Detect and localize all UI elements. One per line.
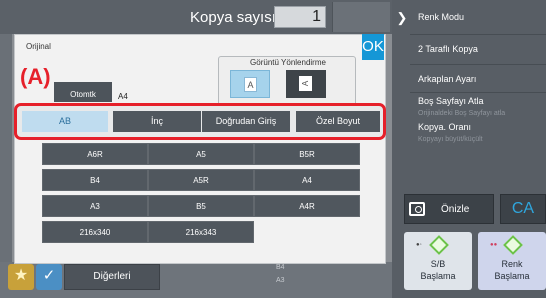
bw-start-label-1: S/B bbox=[430, 259, 446, 269]
orientation-title: Görüntü Yönlendirme bbox=[250, 58, 326, 67]
divider bbox=[410, 34, 546, 35]
size-button-a4[interactable]: A4 bbox=[254, 169, 360, 191]
copy-screen: Kopya sayısı 1 ❯ Renk Modu 2 Taraflı Kop… bbox=[0, 0, 546, 298]
divider bbox=[410, 64, 546, 65]
orientation-upright-button[interactable]: A bbox=[230, 70, 270, 98]
preview-icon bbox=[409, 202, 425, 216]
faint-size-a3: A3 bbox=[276, 277, 285, 284]
size-button-a5r[interactable]: A5R bbox=[148, 169, 254, 191]
clear-all-button[interactable]: CA bbox=[500, 194, 546, 224]
size-button-a6r[interactable]: A6R bbox=[42, 143, 148, 165]
rp-item-copy-ratio[interactable]: Kopya. Oranı bbox=[418, 122, 471, 132]
chevron-right-icon[interactable]: ❯ bbox=[392, 10, 412, 26]
callout-label: (A) bbox=[20, 64, 51, 89]
tab-inch[interactable]: İnç bbox=[113, 111, 201, 132]
check-icon[interactable]: ✓ bbox=[36, 264, 62, 290]
portrait-page-icon: A bbox=[244, 77, 257, 92]
size-button-216x343[interactable]: 216x343 bbox=[148, 221, 254, 243]
rp-item-color-mode[interactable]: Renk Modu bbox=[418, 12, 464, 22]
color-start-button[interactable]: ●● Renk Başlama bbox=[478, 232, 546, 290]
rp-sub-copy-ratio: Kopyayı büyüt/küçült bbox=[418, 136, 483, 143]
rp-item-skip-blank[interactable]: Boş Sayfayı Atla bbox=[418, 96, 484, 106]
tab-direct-entry[interactable]: Doğrudan Giriş bbox=[202, 111, 290, 132]
bw-start-label-2: Başlama bbox=[420, 271, 456, 281]
start-diamond-icon bbox=[429, 235, 449, 255]
bw-start-button[interactable]: ●◦ S/B Başlama bbox=[404, 232, 472, 290]
dialog-title: Orijinal bbox=[26, 42, 51, 51]
rp-item-background[interactable]: Arkaplan Ayarı bbox=[418, 74, 476, 84]
size-button-b4[interactable]: B4 bbox=[42, 169, 148, 191]
tab-custom-size[interactable]: Özel Boyut bbox=[296, 111, 380, 132]
color-start-label-1: Renk bbox=[501, 259, 523, 269]
preview-button[interactable]: Önizle bbox=[404, 194, 494, 224]
color-start-label-2: Başlama bbox=[494, 271, 530, 281]
size-button-b5[interactable]: B5 bbox=[148, 195, 254, 217]
preview-label: Önizle bbox=[441, 204, 470, 215]
size-button-a4r[interactable]: A4R bbox=[254, 195, 360, 217]
size-button-a5[interactable]: A5 bbox=[148, 143, 254, 165]
others-button[interactable]: Diğerleri bbox=[64, 264, 160, 290]
tray-button[interactable] bbox=[332, 2, 390, 32]
left-edge-panel bbox=[0, 34, 12, 298]
auto-size-value: A4 bbox=[118, 92, 128, 101]
bw-dots-icon: ●◦ bbox=[416, 242, 422, 248]
faint-size-b4: B4 bbox=[276, 264, 285, 271]
star-icon[interactable]: ★ bbox=[8, 264, 34, 290]
auto-size-button[interactable]: Otomtk bbox=[54, 82, 112, 102]
orientation-rotated-button[interactable]: A bbox=[286, 70, 326, 98]
size-button-b5r[interactable]: B5R bbox=[254, 143, 360, 165]
color-dots-icon: ●● bbox=[490, 242, 498, 248]
copy-count-field[interactable]: 1 bbox=[274, 6, 326, 28]
top-bar: Kopya sayısı 1 bbox=[0, 0, 392, 34]
rp-sub-skip-blank: Orijinaldeki Boş Sayfayı atla bbox=[418, 110, 506, 117]
size-button-216x340[interactable]: 216x340 bbox=[42, 221, 148, 243]
tab-ab[interactable]: AB bbox=[22, 111, 108, 132]
copy-count-label: Kopya sayısı bbox=[190, 9, 276, 26]
rotated-page-icon: A bbox=[299, 76, 312, 91]
divider bbox=[410, 92, 546, 93]
start-diamond-icon bbox=[503, 235, 523, 255]
ok-button[interactable]: OK bbox=[362, 34, 384, 60]
rp-item-duplex[interactable]: 2 Taraflı Kopya bbox=[418, 44, 478, 54]
size-button-a3[interactable]: A3 bbox=[42, 195, 148, 217]
